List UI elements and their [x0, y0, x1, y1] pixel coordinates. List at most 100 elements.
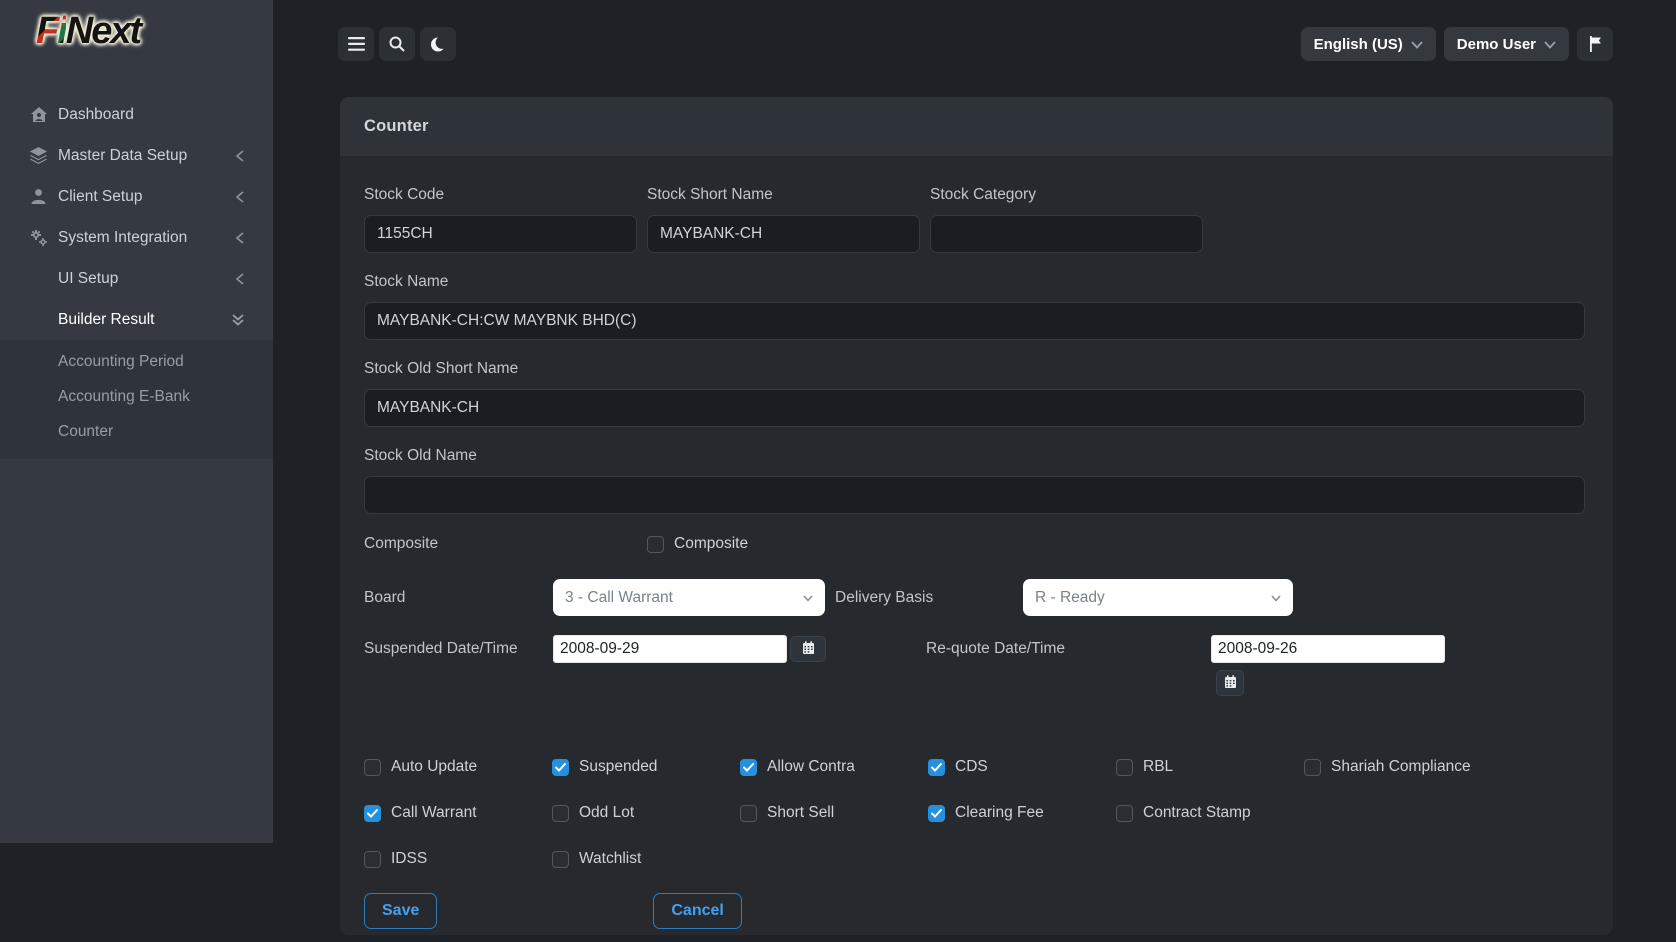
- search-icon: [389, 36, 405, 52]
- sidebar-item-label: Client Setup: [58, 188, 235, 206]
- calendar-icon: [802, 641, 815, 657]
- requote-date-input[interactable]: [1211, 635, 1445, 663]
- checkbox-shariah-compliance[interactable]: Shariah Compliance: [1304, 758, 1492, 776]
- checkbox-composite[interactable]: Composite: [647, 535, 748, 553]
- checkbox-rbl[interactable]: RBL: [1116, 758, 1304, 776]
- language-dropdown[interactable]: English (US): [1301, 27, 1436, 61]
- brand-logo[interactable]: FiNext: [0, 0, 273, 66]
- checkbox-label: Suspended: [579, 758, 657, 776]
- composite-checkbox-box[interactable]: [647, 536, 664, 553]
- stock-code-input[interactable]: [364, 215, 637, 253]
- checkbox-box[interactable]: [552, 851, 569, 868]
- suspended-date-group: [553, 635, 826, 663]
- stock-category-label: Stock Category: [930, 186, 1203, 204]
- checkbox-box[interactable]: [740, 759, 757, 776]
- board-select-value: 3 - Call Warrant: [565, 589, 673, 607]
- checkbox-box[interactable]: [1116, 805, 1133, 822]
- layers-icon: [28, 145, 49, 166]
- checkbox-clearing-fee[interactable]: Clearing Fee: [928, 804, 1116, 822]
- checkbox-allow-contra[interactable]: Allow Contra: [740, 758, 928, 776]
- menu-toggle-button[interactable]: [338, 27, 374, 61]
- checkbox-label: IDSS: [391, 850, 427, 868]
- delivery-basis-label: Delivery Basis: [835, 589, 1023, 607]
- sidebar-item-label: System Integration: [58, 229, 235, 247]
- sidebar-item-system-integration[interactable]: System Integration: [0, 217, 273, 258]
- topbar: English (US) Demo User: [273, 0, 1676, 61]
- flags-row-3: IDSS Watchlist: [364, 850, 1585, 868]
- sidebar-item-accounting-e-bank[interactable]: Accounting E-Bank: [0, 379, 273, 414]
- flag-icon: [1588, 36, 1603, 52]
- checkbox-watchlist[interactable]: Watchlist: [552, 850, 740, 868]
- sidebar-item-dashboard[interactable]: Dashboard: [0, 94, 273, 135]
- flag-button[interactable]: [1577, 27, 1613, 61]
- user-icon: [28, 186, 49, 207]
- checkbox-label: Call Warrant: [391, 804, 477, 822]
- requote-date-calendar-button[interactable]: [1216, 670, 1244, 696]
- sidebar-item-accounting-period[interactable]: Accounting Period: [0, 344, 273, 379]
- stock-name-input[interactable]: [364, 302, 1585, 340]
- sidebar-nav: Dashboard Master Data Setup Client Setup: [0, 94, 273, 459]
- suspended-date-calendar-button[interactable]: [790, 636, 826, 662]
- checkbox-box[interactable]: [552, 805, 569, 822]
- checkbox-box[interactable]: [364, 805, 381, 822]
- checkbox-box[interactable]: [364, 851, 381, 868]
- sidebar-item-master-data-setup[interactable]: Master Data Setup: [0, 135, 273, 176]
- checkbox-label: Allow Contra: [767, 758, 855, 776]
- checkbox-suspended[interactable]: Suspended: [552, 758, 740, 776]
- flags-row-2: Call Warrant Odd Lot Short Sell Cle: [364, 804, 1585, 822]
- checkbox-box[interactable]: [928, 759, 945, 776]
- checkbox-contract-stamp[interactable]: Contract Stamp: [1116, 804, 1304, 822]
- stock-short-name-input[interactable]: [647, 215, 920, 253]
- stock-old-name-input[interactable]: [364, 476, 1585, 514]
- requote-date-group: [1211, 635, 1445, 696]
- checkbox-box[interactable]: [740, 805, 757, 822]
- checkbox-idss[interactable]: IDSS: [364, 850, 552, 868]
- checkbox-box[interactable]: [928, 805, 945, 822]
- checkbox-box[interactable]: [1304, 759, 1321, 776]
- checkbox-short-sell[interactable]: Short Sell: [740, 804, 928, 822]
- board-label: Board: [364, 589, 553, 607]
- checkbox-call-warrant[interactable]: Call Warrant: [364, 804, 552, 822]
- dark-mode-button[interactable]: [420, 27, 456, 61]
- flags-section: Auto Update Suspended Allow Contra: [364, 758, 1585, 868]
- save-button[interactable]: Save: [364, 893, 437, 929]
- stock-category-input[interactable]: [930, 215, 1203, 253]
- search-button[interactable]: [379, 27, 415, 61]
- sidebar-item-ui-setup[interactable]: UI Setup: [0, 258, 273, 299]
- sidebar: FiNext Dashboard Master Data Setup: [0, 0, 273, 843]
- sidebar-item-label: Builder Result: [58, 311, 231, 329]
- sidebar-item-label: Master Data Setup: [58, 147, 235, 165]
- checkbox-label: Watchlist: [579, 850, 641, 868]
- stock-old-name-label: Stock Old Name: [364, 447, 1585, 465]
- counter-panel: Counter Stock Code Stock Short Name Stoc…: [340, 97, 1613, 935]
- delivery-basis-select[interactable]: R - Ready: [1023, 579, 1293, 616]
- checkbox-box[interactable]: [364, 759, 381, 776]
- calendar-icon: [1224, 675, 1237, 691]
- sidebar-item-builder-result[interactable]: Builder Result: [0, 299, 273, 340]
- suspended-date-input[interactable]: [553, 635, 787, 663]
- board-select[interactable]: 3 - Call Warrant: [553, 579, 825, 616]
- sidebar-item-client-setup[interactable]: Client Setup: [0, 176, 273, 217]
- checkbox-box[interactable]: [1116, 759, 1133, 776]
- checkbox-box[interactable]: [552, 759, 569, 776]
- composite-checkbox-label: Composite: [674, 535, 748, 553]
- sidebar-item-counter[interactable]: Counter: [0, 414, 273, 449]
- double-chevron-down-icon: [231, 313, 245, 327]
- main-area: English (US) Demo User: [273, 0, 1676, 942]
- requote-date-label: Re-quote Date/Time: [926, 635, 1211, 658]
- stock-code-label: Stock Code: [364, 186, 637, 204]
- stock-old-short-name-label: Stock Old Short Name: [364, 360, 1585, 378]
- cancel-button[interactable]: Cancel: [653, 893, 741, 929]
- checkbox-auto-update[interactable]: Auto Update: [364, 758, 552, 776]
- user-dropdown[interactable]: Demo User: [1444, 27, 1569, 61]
- checkbox-label: Shariah Compliance: [1331, 758, 1471, 776]
- moon-icon: [430, 36, 447, 53]
- chevron-left-icon: [235, 273, 245, 285]
- checkbox-odd-lot[interactable]: Odd Lot: [552, 804, 740, 822]
- language-dropdown-label: English (US): [1314, 36, 1403, 53]
- chevron-down-icon: [1544, 36, 1556, 53]
- flags-row-1: Auto Update Suspended Allow Contra: [364, 758, 1585, 776]
- sidebar-item-label: Dashboard: [58, 106, 245, 124]
- checkbox-cds[interactable]: CDS: [928, 758, 1116, 776]
- stock-old-short-name-input[interactable]: [364, 389, 1585, 427]
